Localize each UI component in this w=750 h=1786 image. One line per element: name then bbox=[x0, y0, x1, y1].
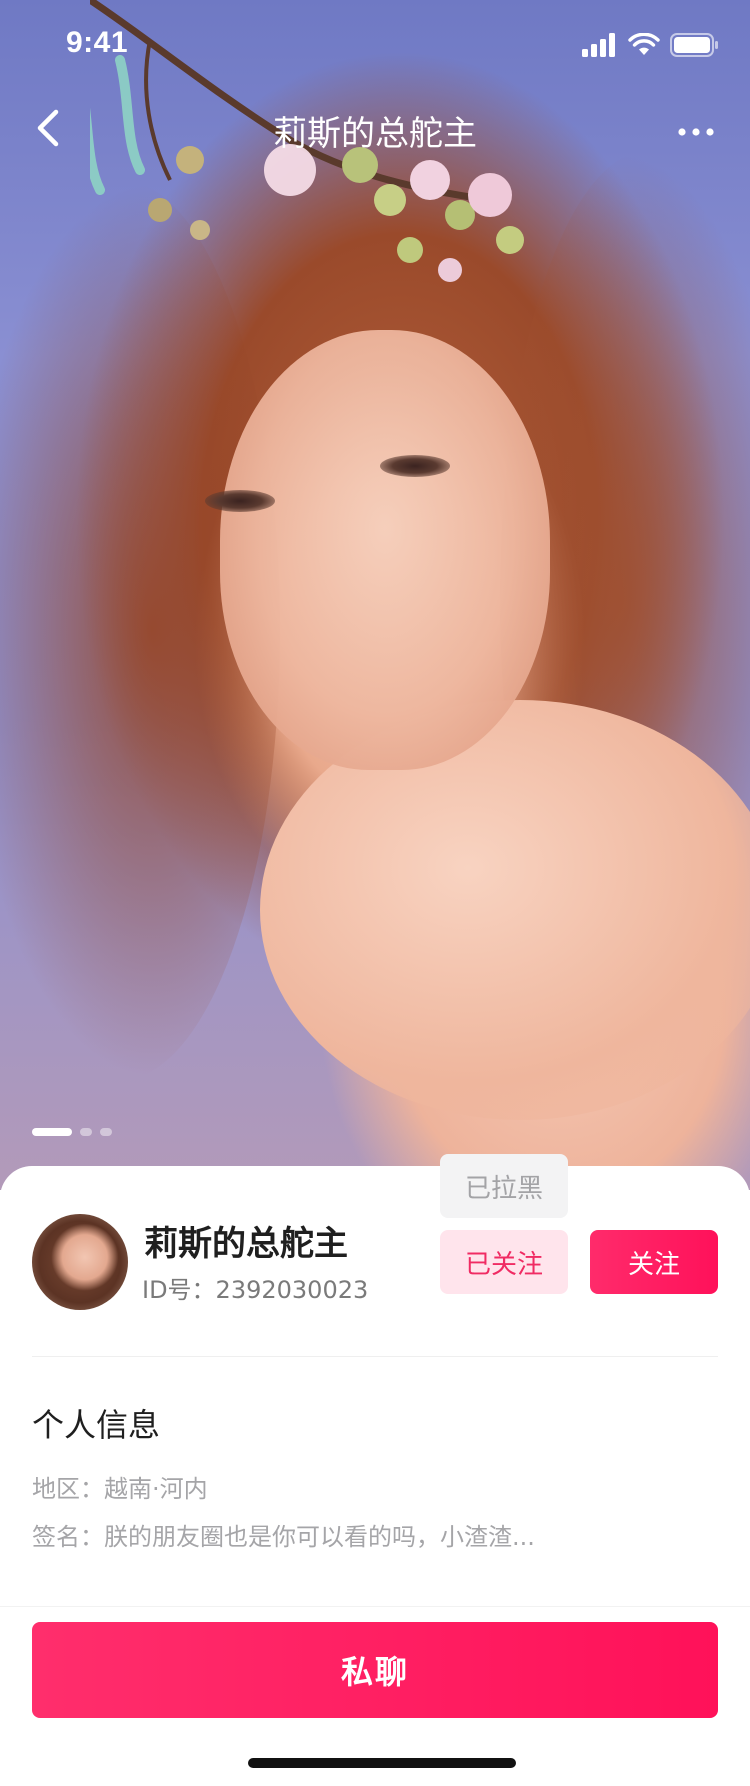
cellular-signal-icon bbox=[582, 33, 615, 57]
status-time: 9:41 bbox=[66, 26, 129, 59]
personal-info-title: 个人信息 bbox=[32, 1406, 161, 1444]
back-button[interactable] bbox=[24, 104, 72, 152]
chevron-left-icon bbox=[37, 109, 59, 147]
battery-icon bbox=[670, 33, 718, 57]
profile-photo[interactable] bbox=[0, 0, 750, 1190]
divider bbox=[32, 1356, 718, 1357]
more-horizontal-icon bbox=[678, 128, 714, 136]
page-title: 莉斯的总舵主 bbox=[273, 114, 477, 154]
private-chat-button[interactable]: 私聊 bbox=[32, 1622, 718, 1718]
profile-page: 9:41 莉斯的总舵主 莉斯的总舵主 ID号：2392030023 已拉黑 已关… bbox=[0, 0, 750, 1786]
blacklisted-button[interactable]: 已拉黑 bbox=[440, 1154, 568, 1218]
signature-info: 签名：朕的朋友圈也是你可以看的吗，小渣渣... bbox=[32, 1523, 535, 1551]
profile-info-card: 莉斯的总舵主 ID号：2392030023 已拉黑 已关注 关注 个人信息 地区… bbox=[0, 1154, 750, 1786]
follow-button[interactable]: 关注 bbox=[590, 1230, 718, 1294]
more-button[interactable] bbox=[672, 112, 720, 152]
divider bbox=[0, 1606, 750, 1607]
pagination-dot[interactable] bbox=[80, 1128, 92, 1136]
status-bar: 9:41 bbox=[0, 0, 750, 88]
photo-pagination bbox=[32, 1128, 112, 1136]
wifi-icon bbox=[628, 33, 660, 55]
region-info: 地区：越南·河内 bbox=[32, 1475, 208, 1503]
pagination-dot-active[interactable] bbox=[32, 1128, 72, 1136]
home-indicator bbox=[248, 1758, 516, 1768]
followed-button[interactable]: 已关注 bbox=[440, 1230, 568, 1294]
status-icons bbox=[582, 32, 720, 58]
avatar[interactable] bbox=[32, 1214, 128, 1310]
profile-name: 莉斯的总舵主 bbox=[144, 1224, 348, 1264]
pagination-dot[interactable] bbox=[100, 1128, 112, 1136]
profile-id: ID号：2392030023 bbox=[142, 1276, 369, 1304]
